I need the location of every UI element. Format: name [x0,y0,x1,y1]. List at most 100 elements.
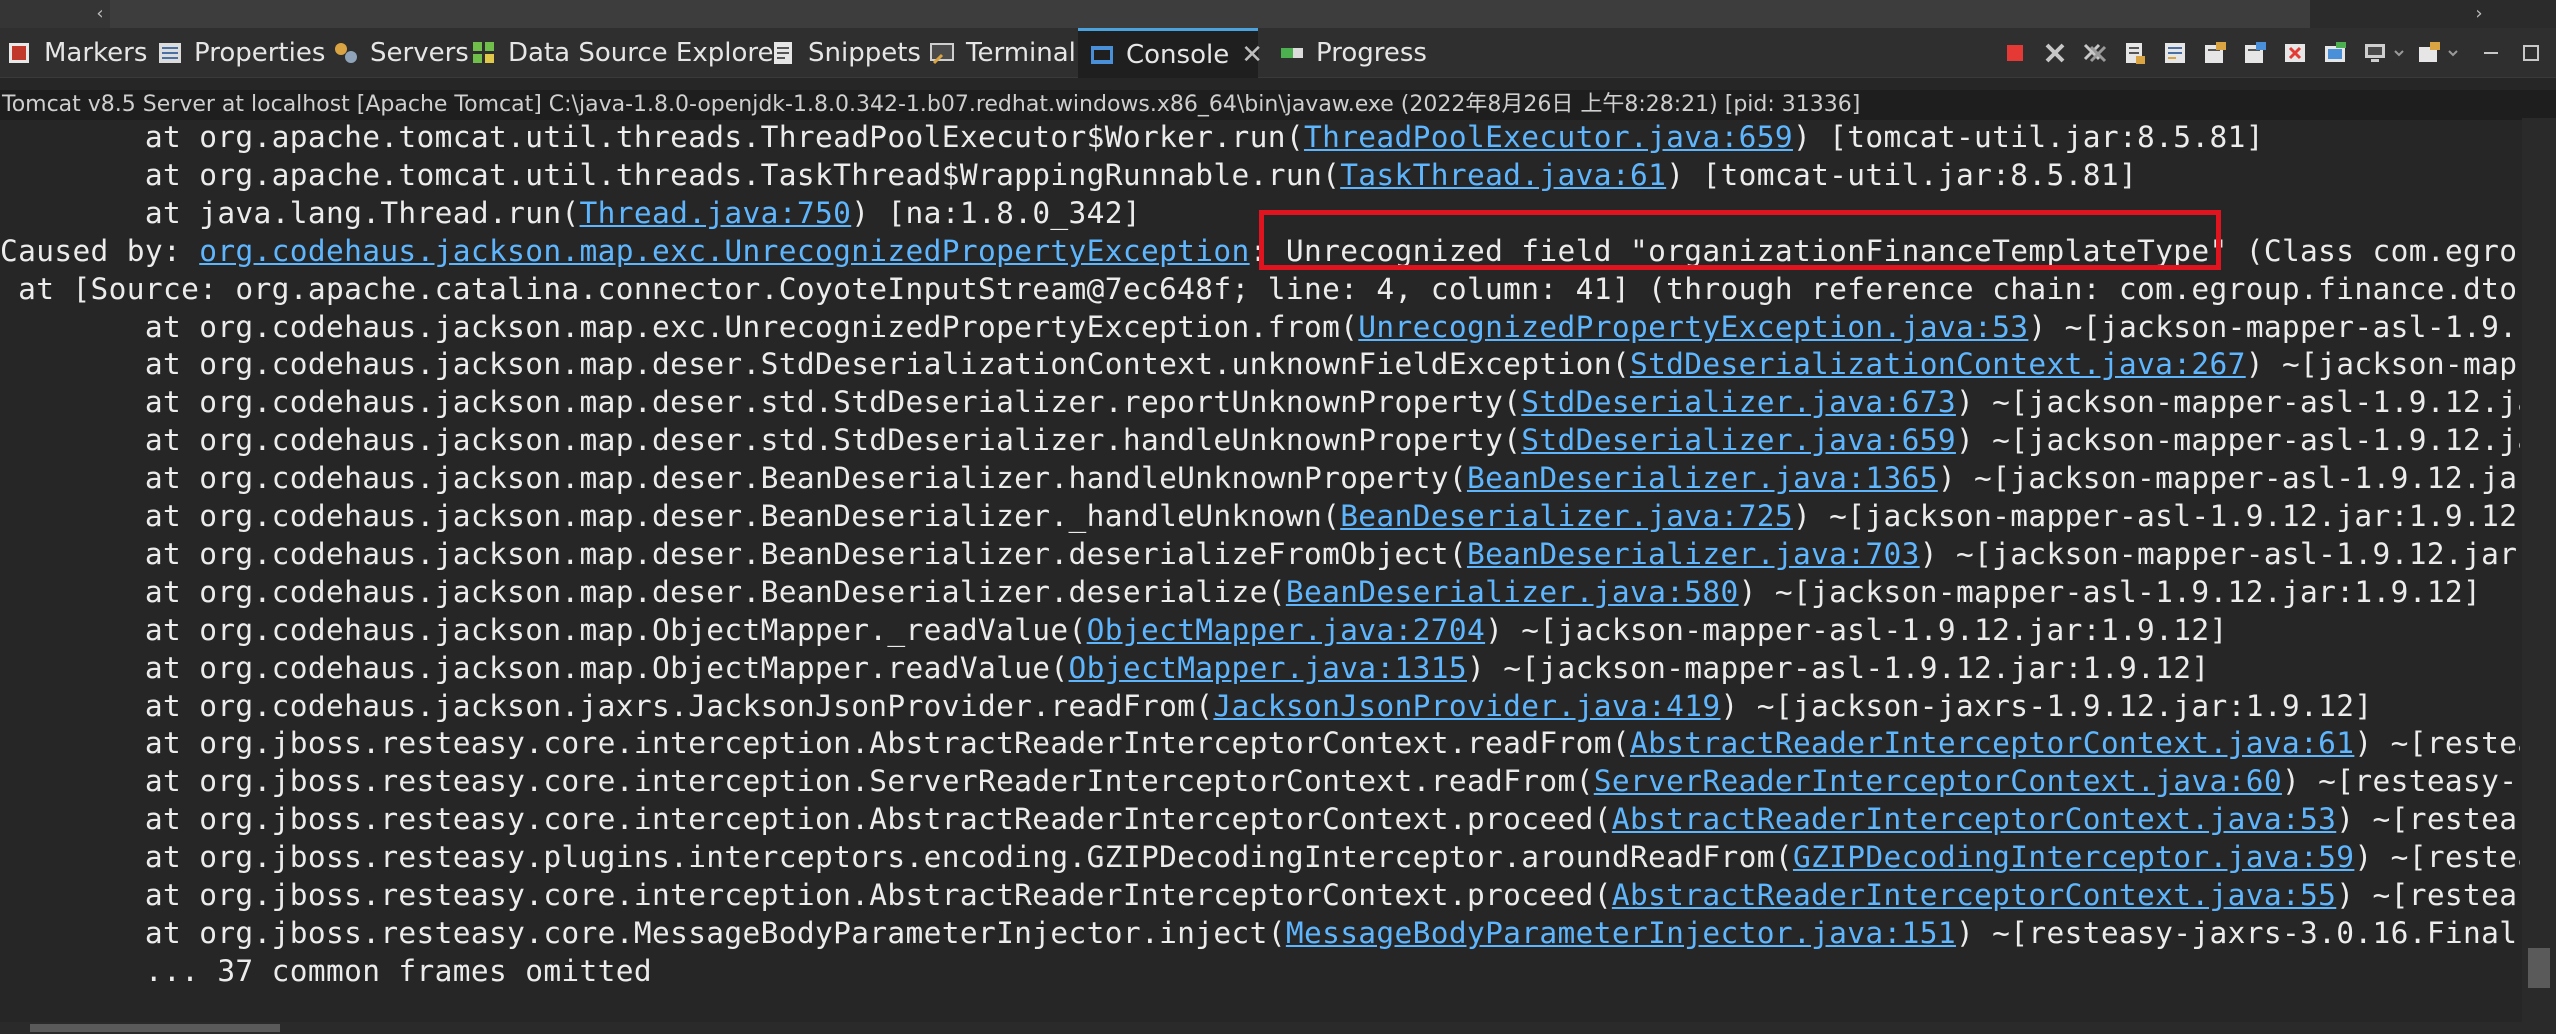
show-on-output-icon[interactable] [2198,36,2232,70]
stack-trace-link[interactable]: ObjectMapper.java:2704 [1087,613,1485,647]
stack-trace-link[interactable]: TaskThread.java:61 [1340,158,1666,192]
console-line: at org.codehaus.jackson.map.deser.BeanDe… [0,459,2520,497]
console-text: at org.apache.tomcat.util.threads.Thread… [0,120,1304,154]
tab-label: Console [1126,39,1230,70]
properties-icon [159,43,181,63]
minimize-icon[interactable] [2474,36,2508,70]
scroll-lock-icon[interactable] [2118,36,2152,70]
console-text: at org.jboss.resteasy.core.MessageBodyPa… [0,915,1286,950]
stack-trace-link[interactable]: StdDeserializer.java:673 [1521,385,1956,419]
stack-trace-link[interactable]: BeanDeserializer.java:1365 [1467,461,1938,495]
tab-label: Snippets [808,38,921,68]
console-line: at org.jboss.resteasy.plugins.intercepto… [0,838,2520,876]
stack-trace-link[interactable]: MessageBodyParameterInjector.java:151 [1286,916,1956,950]
console-text: at org.jboss.resteasy.core.interception.… [0,726,1630,761]
stack-trace-link[interactable]: AbstractReaderInterceptorContext.java:55 [1612,878,2336,912]
console-text: ) ~[jackson-mapper-asl-1.9.12.jar:1.9.12… [1485,612,2228,647]
tab-properties[interactable]: Properties [156,28,325,78]
tab-console[interactable]: Console ✕ [1078,28,1263,78]
word-wrap-icon[interactable] [2158,36,2192,70]
console-text: at org.codehaus.jackson.map.exc.Unrecogn… [0,309,1359,344]
console-text: at org.codehaus.jackson.map.deser.BeanDe… [0,461,1467,496]
console-text: at org.apache.tomcat.util.threads.TaskTh… [0,157,1341,192]
stack-trace-link[interactable]: BeanDeserializer.java:580 [1286,575,1739,609]
console-text: ) ~[jackson-mapper-asl-1.9.12.jar:1.9.12… [1738,574,2482,609]
console-text: ) ~[resteasy-jaxrs-3.0.16.Final. [1955,915,2520,950]
remove-launch-icon[interactable] [2038,36,2072,70]
top-horizontal-scrollbar[interactable]: ‹ › [0,0,2556,28]
console-text: at org.codehaus.jackson.map.deser.BeanDe… [0,499,1341,533]
close-icon[interactable]: ✕ [1241,40,1263,70]
stack-trace-link[interactable]: org.codehaus.jackson.map.exc.Unrecognize… [199,234,1249,268]
console-text: ) ~[jackson-mapp [2245,347,2520,382]
show-on-error-icon[interactable] [2238,36,2272,70]
stack-trace-link[interactable]: BeanDeserializer.java:703 [1467,537,1920,571]
console-line: at org.apache.tomcat.util.threads.Thread… [0,118,2264,156]
console-line: at org.codehaus.jackson.map.deser.BeanDe… [0,573,2481,611]
stack-trace-link[interactable]: AbstractReaderInterceptorContext.java:53 [1612,802,2336,836]
tab-snippets[interactable]: Snippets [770,28,921,78]
console-line: at org.codehaus.jackson.map.deser.std.St… [0,383,2520,421]
database-icon [473,42,494,63]
scroll-right-arrow-icon[interactable]: › [2465,0,2493,28]
console-text: at org.codehaus.jackson.map.deser.BeanDe… [0,536,1467,571]
console-line: at org.codehaus.jackson.map.deser.BeanDe… [0,497,2520,535]
console-line: at java.lang.Thread.run(Thread.java:750)… [0,194,1141,232]
console-text: at org.jboss.resteasy.core.interception.… [0,802,1612,837]
clear-console-icon[interactable] [2278,36,2312,70]
console-text: ) ~[jackson-mapper-asl-1.9.1 [2028,309,2520,344]
console-line: at org.codehaus.jackson.map.exc.Unrecogn… [0,308,2520,346]
open-console-icon[interactable] [2412,36,2446,70]
terminate-icon[interactable] [1998,36,2032,70]
chevron-down-icon[interactable] [2392,36,2406,70]
scroll-thumb[interactable] [110,0,2310,28]
console-text: ) ~[jackson-mapper-asl-1.9.12.jar:1.9.12… [1466,650,2210,685]
vertical-scroll-thumb[interactable] [2528,948,2550,988]
console-text: at org.jboss.resteasy.core.interception.… [0,764,1594,799]
console-line: at org.jboss.resteasy.core.interception.… [0,724,2520,762]
stack-trace-link[interactable]: JacksonJsonProvider.java:419 [1213,689,1720,723]
stack-trace-link[interactable]: ServerReaderInterceptorContext.java:60 [1594,764,2282,798]
tab-label: Data Source Explorer [508,38,785,68]
console-text: at org.codehaus.jackson.map.ObjectMapper… [0,612,1087,647]
stack-trace-link[interactable]: BeanDeserializer.java:725 [1340,499,1793,533]
stack-trace-link[interactable]: AbstractReaderInterceptorContext.java:61 [1630,726,2354,760]
display-console-icon[interactable] [2358,36,2392,70]
bottom-horizontal-scrollbar[interactable] [0,1022,2556,1034]
stack-trace-link[interactable]: UnrecognizedPropertyException.java:53 [1358,310,2028,344]
chevron-down-icon[interactable] [2446,36,2460,70]
stack-trace-link[interactable]: GZIPDecodingInterceptor.java:59 [1793,840,2354,874]
bottom-scroll-thumb[interactable] [30,1024,280,1032]
stack-trace-link[interactable]: StdDeserializationContext.java:267 [1630,347,2246,381]
console-text: ) [na:1.8.0_342] [851,195,1141,230]
tab-progress[interactable]: Progress [1278,28,1427,78]
console-process-label: Tomcat v8.5 Server at localhost [Apache … [0,90,2556,120]
stack-trace-link[interactable]: Thread.java:750 [580,196,852,230]
console-line: at org.jboss.resteasy.core.interception.… [0,762,2520,800]
console-line: at org.codehaus.jackson.map.deser.BeanDe… [0,535,2520,573]
stack-trace-link[interactable]: ThreadPoolExecutor.java:659 [1304,120,1793,154]
console-line: at org.jboss.resteasy.core.interception.… [0,800,2520,838]
vertical-scrollbar[interactable] [2522,118,2556,1023]
view-tab-bar: Markers Properties Servers Data Source E… [0,28,2556,78]
tab-markers[interactable]: Markers [6,28,147,78]
stack-trace-link[interactable]: StdDeserializer.java:659 [1521,423,1956,457]
servers-icon [335,43,357,63]
pin-console-icon[interactable] [2318,36,2352,70]
console-text: ) ~[jackson-mapper-asl-1.9.12.jar [1937,461,2520,496]
stack-trace-link[interactable]: ObjectMapper.java:1315 [1069,651,1467,685]
console-line: at org.codehaus.jackson.jaxrs.JacksonJso… [0,687,2372,725]
console-text: at org.jboss.resteasy.core.interception.… [0,878,1612,912]
tab-servers[interactable]: Servers [332,28,469,78]
tab-terminal[interactable]: Terminal [928,28,1076,78]
console-text: at org.codehaus.jackson.map.deser.StdDes… [0,347,1630,382]
console-text: at org.jboss.resteasy.plugins.intercepto… [0,840,1793,875]
maximize-icon[interactable] [2514,36,2548,70]
console-toolbar [1992,28,2556,78]
console-text: at org.codehaus.jackson.map.ObjectMapper… [0,650,1069,685]
console-text: at java.lang.Thread.run( [0,195,580,230]
remove-all-icon[interactable] [2078,36,2112,70]
console-text: ) ~[resteas [2336,802,2520,837]
console-line: at org.codehaus.jackson.map.ObjectMapper… [0,611,2228,649]
tab-data-source-explorer[interactable]: Data Source Explorer [470,28,784,78]
